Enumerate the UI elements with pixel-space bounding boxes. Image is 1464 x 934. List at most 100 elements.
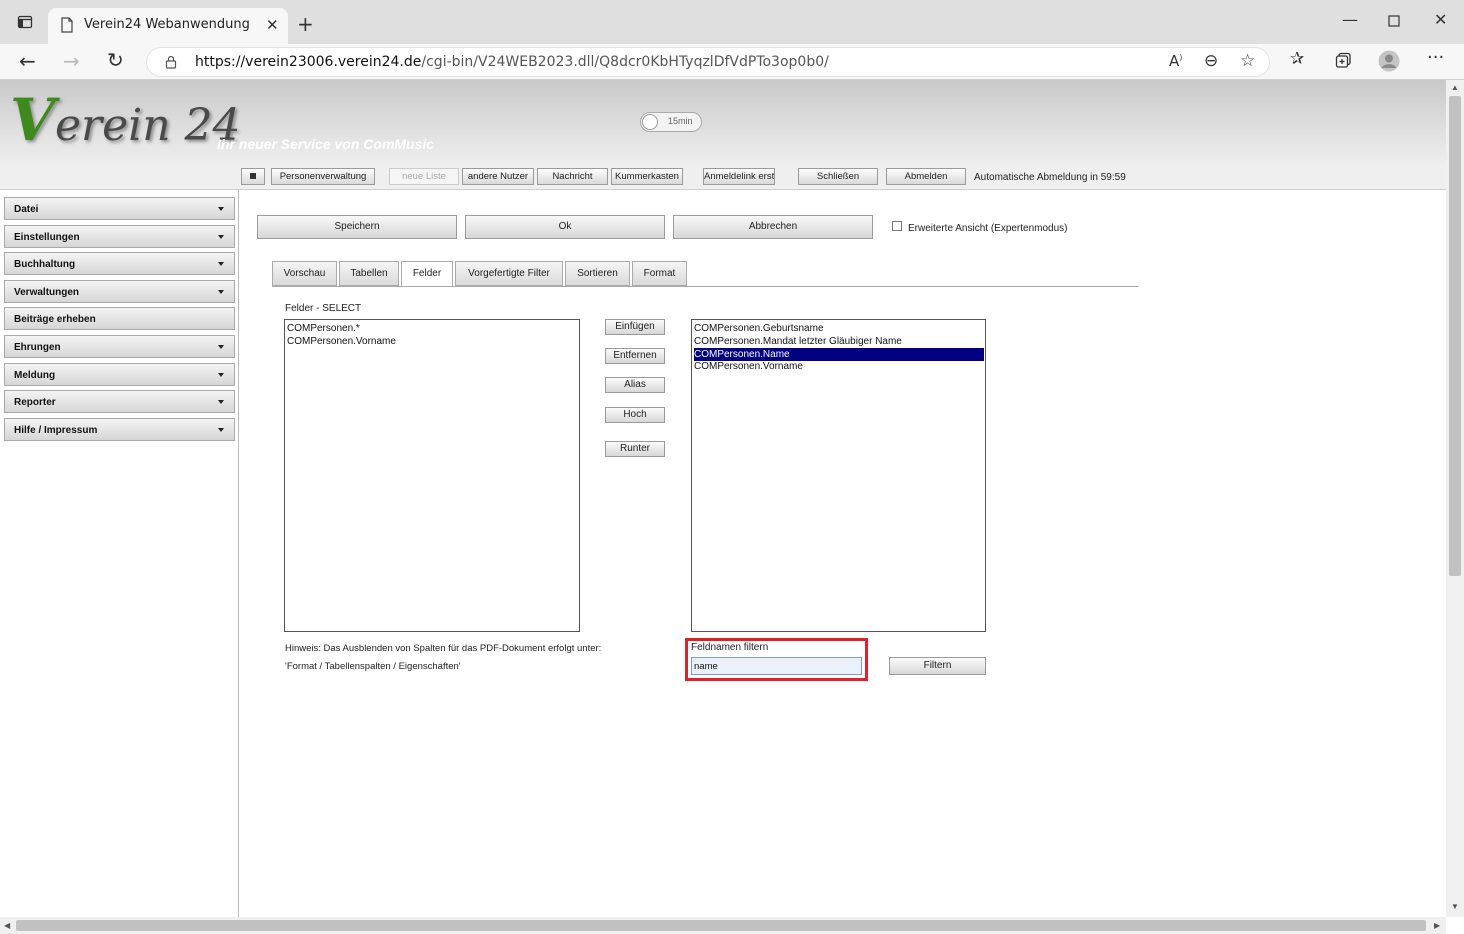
einfuegen-button[interactable]: Einfügen bbox=[605, 319, 665, 335]
sidebar-item-label: Beiträge erheben bbox=[14, 314, 96, 325]
anmeldelink-button[interactable]: Anmeldelink erst bbox=[703, 168, 775, 185]
andere-nutzer-button[interactable]: andere Nutzer bbox=[462, 168, 534, 185]
scroll-thumb[interactable] bbox=[16, 920, 1426, 931]
sidebar-item-datei[interactable]: Datei bbox=[4, 197, 235, 220]
forward-icon[interactable]: → bbox=[63, 51, 80, 71]
filter-input[interactable] bbox=[691, 657, 862, 675]
vertical-scrollbar[interactable]: ▲ ▼ bbox=[1446, 80, 1464, 917]
plus-icon[interactable]: + bbox=[297, 14, 314, 34]
tab-title: Verein24 Webanwendung bbox=[84, 17, 250, 32]
window-close-icon[interactable]: ✕ bbox=[1434, 12, 1447, 28]
sidebar-item-label: Datei bbox=[14, 204, 39, 215]
entfernen-button[interactable]: Entfernen bbox=[605, 348, 665, 364]
sidebar-item-reporter[interactable]: Reporter bbox=[4, 390, 235, 413]
abbrechen-button[interactable]: Abbrechen bbox=[673, 215, 873, 239]
expert-mode-checkbox[interactable] bbox=[892, 221, 902, 231]
sidebar-item-hilfe-impressum[interactable]: Hilfe / Impressum bbox=[4, 418, 235, 441]
scroll-left-icon[interactable]: ◀ bbox=[4, 921, 10, 930]
sidebar-item-beitraege-erheben[interactable]: Beiträge erheben bbox=[4, 307, 235, 330]
sidebar-item-label: Buchhaltung bbox=[14, 259, 76, 270]
url-text: https://verein23006.verein24.de/cgi-bin/… bbox=[195, 54, 829, 70]
browser-tab[interactable]: Verein24 Webanwendung ✕ bbox=[48, 8, 288, 44]
profile-icon[interactable] bbox=[1378, 50, 1400, 75]
tab-vorgefertigte-filter[interactable]: Vorgefertigte Filter bbox=[455, 261, 563, 286]
schliessen-button[interactable]: Schließen bbox=[798, 168, 878, 185]
speichern-button[interactable]: Speichern bbox=[257, 215, 457, 239]
scroll-right-icon[interactable]: ▶ bbox=[1434, 921, 1440, 930]
sidebar-item-label: Reporter bbox=[14, 397, 56, 408]
tab-format[interactable]: Format bbox=[632, 261, 687, 286]
add-favorite-icon[interactable]: ☆ bbox=[1240, 53, 1255, 70]
list-item[interactable]: COMPersonen.Vorname bbox=[287, 335, 577, 348]
verein24-logo: Verein 24 bbox=[10, 86, 241, 154]
filtern-button[interactable]: Filtern bbox=[889, 657, 986, 675]
hint-text: Hinweis: Das Ausblenden von Spalten für … bbox=[285, 643, 602, 654]
auto-logout-text: Automatische Abmeldung in 59:59 bbox=[974, 172, 1126, 183]
page-icon bbox=[60, 17, 74, 36]
nachricht-button[interactable]: Nachricht bbox=[537, 168, 608, 185]
reload-icon[interactable]: ↻ bbox=[107, 50, 124, 70]
neue-liste-button[interactable]: neue Liste bbox=[389, 168, 459, 185]
personenverwaltung-button[interactable]: Personenverwaltung bbox=[271, 168, 375, 185]
tab-tabellen[interactable]: Tabellen bbox=[339, 261, 399, 286]
tab-felder[interactable]: Felder bbox=[401, 261, 453, 287]
address-bar: ← → ↻ https://verein23006.verein24.de/cg… bbox=[0, 44, 1464, 80]
ok-button[interactable]: Ok bbox=[465, 215, 665, 239]
caret-down-icon bbox=[218, 207, 224, 211]
runter-button[interactable]: Runter bbox=[605, 441, 665, 457]
available-fields-listbox[interactable]: COMPersonen.Geburtsname COMPersonen.Mand… bbox=[691, 319, 986, 632]
filter-label: Feldnamen filtern bbox=[691, 642, 769, 653]
caret-down-icon bbox=[218, 400, 224, 404]
sidebar-item-label: Verwaltungen bbox=[14, 287, 80, 298]
minimize-icon[interactable]: — bbox=[1342, 12, 1358, 28]
favorites-icon[interactable]: ✰ bbox=[1290, 51, 1304, 68]
selected-fields-listbox[interactable]: COMPersonen.* COMPersonen.Vorname bbox=[284, 319, 580, 632]
sidebar-item-verwaltungen[interactable]: Verwaltungen bbox=[4, 280, 235, 303]
sidebar-item-einstellungen[interactable]: Einstellungen bbox=[4, 225, 235, 248]
logo-text: erein 24 bbox=[55, 100, 241, 151]
menu-square-icon[interactable] bbox=[241, 168, 265, 185]
zoom-out-icon[interactable]: ⊖ bbox=[1204, 53, 1218, 70]
url-host: https://verein23006.verein24.de bbox=[195, 54, 422, 70]
caret-down-icon bbox=[218, 262, 224, 266]
sidebar-toggle-icon[interactable] bbox=[17, 14, 33, 33]
hint-path-text: 'Format / Tabellenspalten / Eigenschafte… bbox=[285, 661, 461, 672]
sidebar-item-meldung[interactable]: Meldung bbox=[4, 363, 235, 386]
alias-button[interactable]: Alias bbox=[605, 377, 665, 393]
list-item[interactable]: COMPersonen.Mandat letzter Gläubiger Nam… bbox=[694, 335, 984, 348]
kummerkasten-button[interactable]: Kummerkasten bbox=[611, 168, 683, 185]
list-item[interactable]: COMPersonen.Vorname bbox=[694, 360, 984, 373]
sidebar-item-label: Einstellungen bbox=[14, 232, 80, 243]
caret-down-icon bbox=[218, 235, 224, 239]
caret-down-icon bbox=[218, 373, 224, 377]
session-timer-toggle[interactable]: 15min bbox=[640, 112, 702, 132]
sidebar-item-buchhaltung[interactable]: Buchhaltung bbox=[4, 252, 235, 275]
list-item[interactable]: COMPersonen.* bbox=[287, 322, 577, 335]
collections-icon[interactable] bbox=[1335, 52, 1352, 72]
maximize-icon[interactable] bbox=[1388, 14, 1400, 30]
more-icon[interactable]: ··· bbox=[1427, 49, 1444, 67]
sidebar-item-ehrungen[interactable]: Ehrungen bbox=[4, 335, 235, 358]
lock-icon[interactable] bbox=[165, 55, 177, 72]
close-icon[interactable]: ✕ bbox=[266, 18, 279, 33]
url-path: /cgi-bin/V24WEB2023.dll/Q8dcr0KbHTyqzlDf… bbox=[421, 54, 829, 70]
url-field[interactable]: https://verein23006.verein24.de/cgi-bin/… bbox=[146, 47, 1270, 77]
tagline: Ihr neuer Service von ComMusic bbox=[217, 136, 435, 152]
tab-divider bbox=[272, 286, 1139, 287]
felder-select-label: Felder - SELECT bbox=[285, 303, 362, 314]
back-icon[interactable]: ← bbox=[19, 51, 36, 71]
logo-v: V bbox=[10, 86, 56, 154]
caret-down-icon bbox=[218, 345, 224, 349]
tab-vorschau[interactable]: Vorschau bbox=[272, 261, 337, 286]
scroll-up-icon[interactable]: ▲ bbox=[1451, 83, 1459, 92]
read-aloud-icon[interactable]: A) bbox=[1169, 54, 1182, 69]
scroll-down-icon[interactable]: ▼ bbox=[1451, 902, 1459, 911]
list-item[interactable]: COMPersonen.Geburtsname bbox=[694, 322, 984, 335]
sidebar-item-label: Hilfe / Impressum bbox=[14, 425, 98, 436]
scroll-thumb[interactable] bbox=[1449, 96, 1461, 576]
app-header: Verein 24 Ihr neuer Service von ComMusic… bbox=[0, 80, 1446, 166]
abmelden-button[interactable]: Abmelden bbox=[886, 168, 966, 185]
hoch-button[interactable]: Hoch bbox=[605, 407, 665, 423]
tab-sortieren[interactable]: Sortieren bbox=[565, 261, 630, 286]
horizontal-scrollbar[interactable]: ◀ ▶ bbox=[0, 917, 1446, 934]
